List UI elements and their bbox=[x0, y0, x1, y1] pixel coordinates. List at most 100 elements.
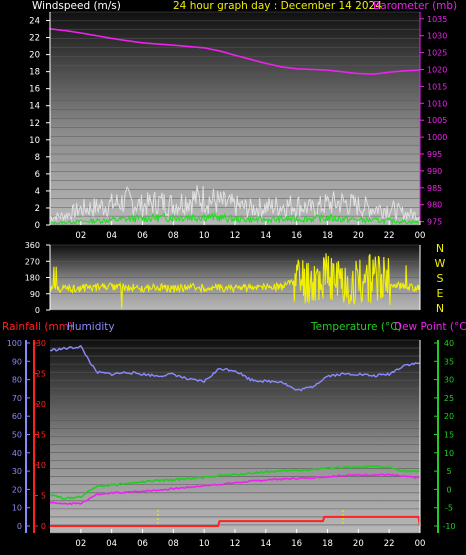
x-tick-label: 10 bbox=[199, 539, 210, 549]
rainfall-tick-label: 20 bbox=[36, 400, 46, 409]
rainfall-tick-label: 10 bbox=[36, 461, 46, 470]
rainfall-tick-label: 25 bbox=[36, 370, 46, 379]
wind-barometer-panel: 024681012141618202224 975980985990995100… bbox=[29, 11, 447, 241]
temperature-tick-label: 10 bbox=[444, 449, 454, 458]
windspeed-tick-label: 18 bbox=[29, 68, 40, 78]
temperature-tick-label: 35 bbox=[444, 357, 454, 366]
humidity-tick-label: 30 bbox=[12, 467, 22, 476]
barometer-tick-label: 1005 bbox=[427, 116, 447, 125]
x-tick-label: 02 bbox=[75, 539, 86, 549]
x-tick-label: 00 bbox=[415, 539, 426, 549]
barometer-tick-label: 1020 bbox=[427, 65, 447, 74]
x-tick-label: 00 bbox=[415, 231, 426, 241]
dew-point-axis-label: Dew Point (°C) bbox=[394, 321, 466, 333]
humidity-tick-label: 60 bbox=[12, 412, 22, 421]
compass-label: N bbox=[436, 302, 444, 315]
windspeed-tick-label: 2 bbox=[35, 204, 40, 214]
direction-tick-label: 90 bbox=[30, 290, 40, 299]
windspeed-axis-label: Windspeed (m/s) bbox=[32, 0, 121, 12]
humidity-tick-label: 90 bbox=[12, 357, 22, 366]
x-tick-label: 20 bbox=[353, 539, 364, 549]
temperature-tick-label: 20 bbox=[444, 412, 454, 421]
windspeed-tick-label: 6 bbox=[35, 170, 40, 180]
windspeed-tick-label: 8 bbox=[35, 153, 40, 163]
temperature-tick-label: 40 bbox=[444, 339, 454, 348]
windspeed-tick-label: 24 bbox=[29, 17, 40, 27]
x-tick-label: 18 bbox=[322, 539, 333, 549]
rainfall-axis-label: Rainfall (mm) bbox=[2, 321, 73, 333]
barometer-tick-label: 980 bbox=[427, 201, 442, 210]
temperature-tick-label: -10 bbox=[442, 522, 455, 531]
barometer-tick-label: 1035 bbox=[427, 15, 447, 24]
direction-tick-label: 180 bbox=[25, 274, 40, 283]
graph-title: 24 hour graph day : December 14 2024 bbox=[173, 0, 382, 12]
temperature-tick-label: -5 bbox=[445, 504, 453, 513]
compass-label: E bbox=[437, 287, 444, 300]
x-tick-label: 14 bbox=[260, 231, 271, 241]
barometer-tick-label: 975 bbox=[427, 218, 442, 227]
temperature-tick-label: 5 bbox=[446, 467, 451, 476]
direction-tick-label: 0 bbox=[35, 306, 40, 315]
rainfall-tick-label: 0 bbox=[41, 522, 46, 531]
direction-tick-label: 270 bbox=[25, 257, 40, 266]
rain-humidity-temperature-panel: 051015202530 0102030405060708090100 -10-… bbox=[7, 339, 456, 549]
barometer-tick-label: 1030 bbox=[427, 32, 447, 41]
rainfall-tick-label: 5 bbox=[41, 492, 46, 501]
humidity-tick-label: 40 bbox=[12, 449, 22, 458]
compass-label: W bbox=[435, 257, 446, 270]
x-tick-label: 22 bbox=[384, 539, 395, 549]
barometer-tick-label: 1010 bbox=[427, 99, 447, 108]
rainfall-y-axis: 0 5 10 15 20 25 30 bbox=[33, 339, 46, 533]
temperature-tick-label: 0 bbox=[446, 485, 451, 494]
barometer-axis-label: Barometer (mb) bbox=[373, 0, 457, 12]
weather-graph: Windspeed (m/s) 24 hour graph day : Dece… bbox=[2, 0, 466, 549]
windspeed-tick-label: 10 bbox=[29, 136, 40, 146]
humidity-tick-label: 70 bbox=[12, 394, 22, 403]
barometer-tick-label: 985 bbox=[427, 184, 442, 193]
x-tick-label: 04 bbox=[106, 539, 117, 549]
temperature-tick-label: 25 bbox=[444, 394, 454, 403]
x-tick-label: 04 bbox=[106, 231, 117, 241]
rainfall-tick-label: 30 bbox=[36, 339, 46, 348]
barometer-tick-label: 995 bbox=[427, 150, 442, 159]
windspeed-tick-label: 12 bbox=[29, 119, 40, 129]
rainfall-tick-label: 15 bbox=[36, 431, 46, 440]
direction-degree-axis: 0 90 180 270 360 bbox=[25, 241, 51, 315]
temperature-y-axis: -10 -5 0 5 10 15 20 25 30 35 40 bbox=[419, 339, 456, 533]
barometer-tick-label: 1015 bbox=[427, 82, 447, 91]
compass-label: N bbox=[436, 242, 444, 255]
humidity-tick-label: 80 bbox=[12, 376, 22, 385]
x-tick-label: 12 bbox=[230, 231, 241, 241]
x-tick-label: 16 bbox=[291, 231, 302, 241]
compass-label: S bbox=[437, 272, 444, 285]
x-tick-label: 20 bbox=[353, 231, 364, 241]
direction-compass-axis: NWSEN bbox=[419, 242, 446, 315]
windspeed-tick-label: 14 bbox=[29, 102, 40, 112]
humidity-tick-label: 10 bbox=[12, 504, 22, 513]
temperature-axis-label: Temperature (°C) bbox=[310, 321, 402, 333]
humidity-axis-label: Humidity bbox=[67, 321, 115, 333]
wind-direction-panel: 090180270360 NWSEN bbox=[25, 241, 446, 315]
direction-tick-label: 360 bbox=[25, 241, 40, 250]
windspeed-y-axis: 024681012141618202224 bbox=[29, 12, 51, 231]
x-tick-label: 08 bbox=[168, 231, 179, 241]
x-tick-label: 06 bbox=[137, 539, 148, 549]
windspeed-tick-label: 0 bbox=[35, 221, 40, 231]
humidity-y-axis: 0 10 20 30 40 50 60 70 80 90 100 bbox=[7, 339, 30, 533]
x-tick-label: 06 bbox=[137, 231, 148, 241]
x-tick-label: 10 bbox=[199, 231, 210, 241]
temperature-tick-label: 15 bbox=[444, 431, 454, 440]
barometer-y-axis: 975 980 985 990 995 1000 1005 1010 1015 1020 1025 1… bbox=[419, 12, 447, 227]
humidity-tick-label: 0 bbox=[17, 522, 22, 531]
humidity-tick-label: 100 bbox=[7, 339, 22, 348]
x-tick-label: 08 bbox=[168, 539, 179, 549]
x-tick-label: 12 bbox=[230, 539, 241, 549]
x-tick-label: 14 bbox=[260, 539, 271, 549]
x-tick-label: 18 bbox=[322, 231, 333, 241]
barometer-tick-label: 1025 bbox=[427, 49, 447, 58]
humidity-tick-label: 50 bbox=[12, 431, 22, 440]
x-tick-label: 22 bbox=[384, 231, 395, 241]
x-tick-label: 02 bbox=[75, 231, 86, 241]
windspeed-tick-label: 22 bbox=[29, 34, 40, 44]
humidity-tick-label: 20 bbox=[12, 485, 22, 494]
